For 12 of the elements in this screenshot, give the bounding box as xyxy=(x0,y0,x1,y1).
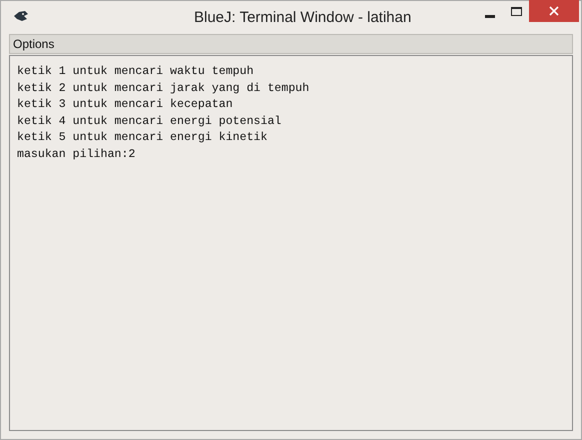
close-button[interactable] xyxy=(529,0,579,22)
close-icon xyxy=(549,6,559,16)
terminal-line: masukan pilihan:2 xyxy=(17,146,136,163)
maximize-button[interactable] xyxy=(511,7,522,16)
terminal-line: ketik 1 untuk mencari waktu tempuh xyxy=(17,64,254,80)
window-title: BlueJ: Terminal Window - latihan xyxy=(194,8,412,28)
terminal-line: ketik 2 untuk mencari jarak yang di tempuh xyxy=(17,80,310,97)
terminal-line: ketik 4 untuk mencari energi potensial xyxy=(17,114,282,130)
terminal-line: ketik 3 untuk mencari kecepatan xyxy=(17,97,233,114)
terminal-line: ketik 5 untuk mencari energi kinetik xyxy=(17,130,268,146)
app-icon xyxy=(13,10,29,22)
menu-item[interactable]: Options xyxy=(10,35,58,53)
